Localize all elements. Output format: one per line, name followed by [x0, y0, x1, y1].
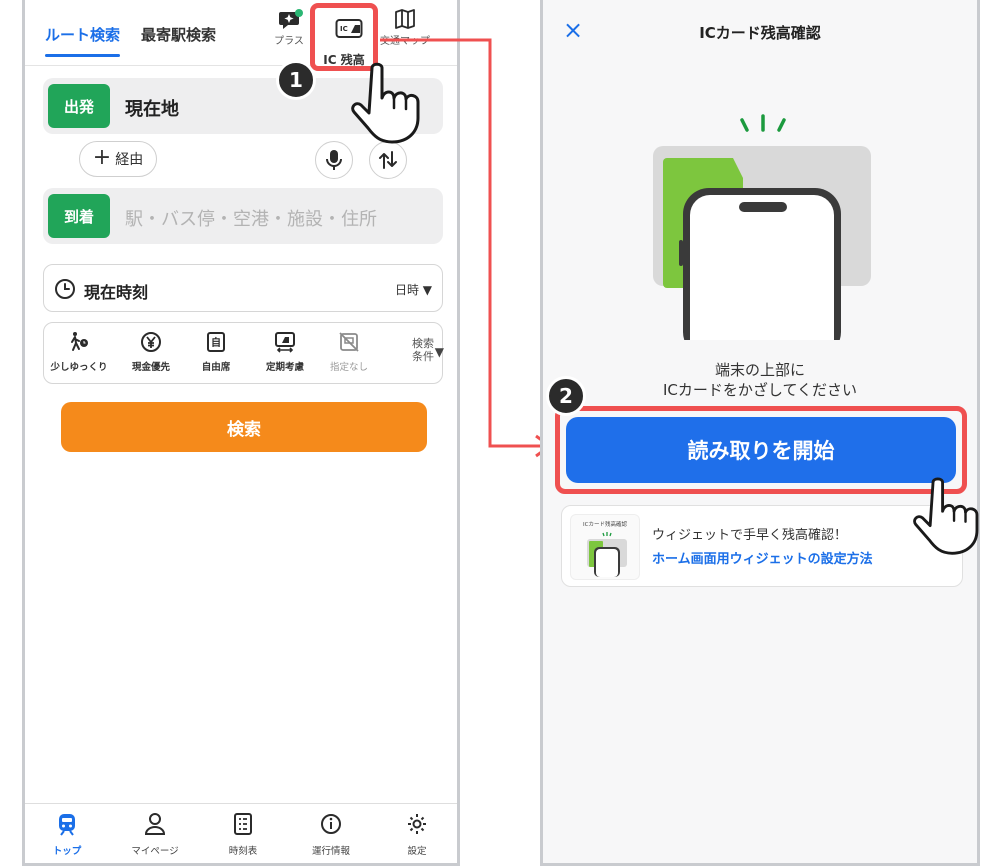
- step-1-badge: 1: [276, 60, 316, 100]
- phone-card-mini-icon: [587, 532, 627, 577]
- nav-label: マイページ: [131, 846, 179, 857]
- transit-map-button[interactable]: 交通マップ: [377, 8, 433, 47]
- option-label: 定期考慮: [265, 362, 304, 373]
- search-button[interactable]: 検索: [61, 402, 427, 452]
- widget-description: ウィジェットで手早く残高確認！: [652, 528, 848, 543]
- gear-icon: [408, 814, 426, 834]
- widget-thumbnail: ICカード残高確認: [570, 514, 640, 580]
- plus-label: プラス: [274, 36, 304, 47]
- departure-tag: 出発: [48, 84, 110, 128]
- option-label: 少しゆっくり: [50, 362, 108, 373]
- option-no-preference[interactable]: 指定なし: [314, 331, 384, 373]
- option-label: 現金優先: [131, 362, 170, 373]
- nav-my-page[interactable]: マイページ: [125, 812, 185, 857]
- search-options: 少しゆっくり 現金優先 自 自由席 定期考慮 指定なし 検索 条件 ▼: [43, 322, 444, 384]
- option-unreserved-seat[interactable]: 自 自由席: [181, 331, 251, 373]
- nav-label: 運行情報: [311, 846, 350, 857]
- pointing-hand-icon: [351, 62, 420, 144]
- train-icon: [59, 814, 75, 836]
- instruction-text: 端末の上部に ICカードをかざしてください: [543, 360, 977, 400]
- more-conditions-button[interactable]: 検索 条件: [412, 337, 434, 363]
- time-selector[interactable]: 現在時刻 日時 ▼: [43, 264, 443, 312]
- via-label: 経由: [115, 152, 144, 168]
- swap-arrows-icon: [379, 151, 397, 169]
- voice-input-button[interactable]: [315, 141, 353, 179]
- widget-thumb-title: ICカード残高確認: [583, 522, 627, 528]
- nav-label: 設定: [407, 846, 427, 857]
- tab-nearest-station[interactable]: 最寄駅検索: [141, 24, 216, 45]
- arrival-tag: 到着: [48, 194, 110, 238]
- nav-label: 時刻表: [228, 846, 258, 857]
- map-icon: [395, 9, 415, 29]
- ic-balance-header: × ICカード残高確認: [543, 0, 977, 64]
- option-cash-priority[interactable]: 現金優先: [116, 331, 186, 373]
- ic-card-icon: IC: [335, 19, 363, 38]
- time-label: 現在時刻: [84, 283, 149, 302]
- header-tabs: ルート検索 最寄駅検索 プラス 交通マップ: [25, 0, 457, 66]
- person-icon: [144, 813, 166, 835]
- microphone-icon: [326, 150, 342, 170]
- option-label: 指定なし: [329, 362, 368, 373]
- page-title: ICカード残高確認: [699, 24, 821, 42]
- nav-timetable[interactable]: 時刻表: [213, 812, 273, 857]
- start-reading-button[interactable]: 読み取りを開始: [566, 417, 956, 483]
- option-walk-slow[interactable]: 少しゆっくり: [44, 331, 114, 373]
- more-conditions-line2: 条件: [412, 350, 434, 363]
- nav-top[interactable]: トップ: [37, 812, 97, 857]
- bottom-nav: トップ マイページ 時刻表 運行情報 設定: [25, 803, 457, 863]
- widget-promo-card[interactable]: ICカード残高確認 ウィジェットで手早く残高確認！ ホーム画面用ウィジェットの設…: [561, 505, 963, 587]
- ic-balance-screen: × ICカード残高確認 端末の上部に ICカードをかざしてください 読み取りを開…: [540, 0, 980, 866]
- chevron-down-icon: ▼: [434, 345, 444, 359]
- option-commuter-pass[interactable]: 定期考慮: [250, 331, 320, 373]
- phone-card-illustration: [653, 114, 871, 340]
- ic-balance-button[interactable]: IC IC 残高: [310, 3, 378, 71]
- plus-button[interactable]: プラス: [261, 8, 317, 47]
- nav-settings[interactable]: 設定: [387, 812, 447, 857]
- step-2-badge: 2: [546, 376, 586, 416]
- nav-label: トップ: [52, 846, 82, 857]
- timetable-icon: [234, 813, 252, 835]
- yen-icon: [141, 332, 161, 352]
- option-label: 自由席: [201, 362, 231, 373]
- info-icon: [321, 814, 341, 834]
- swap-button[interactable]: [369, 141, 407, 179]
- time-mode-dropdown[interactable]: 日時 ▼: [395, 281, 432, 298]
- clock-icon: [55, 279, 75, 299]
- instruction-line-1: 端末の上部に: [714, 361, 805, 379]
- plus-icon: +: [92, 145, 112, 170]
- no-preference-icon: [339, 332, 359, 352]
- svg-text:自: 自: [211, 336, 221, 349]
- commuter-pass-icon: [275, 332, 295, 353]
- start-button-highlight: 読み取りを開始: [555, 406, 967, 494]
- svg-text:IC: IC: [340, 25, 348, 33]
- more-conditions-line1: 検索: [412, 337, 434, 350]
- map-label: 交通マップ: [380, 36, 430, 47]
- arrival-placeholder: 駅・バス停・空港・施設・住所: [125, 209, 377, 230]
- seat-icon: 自: [207, 332, 225, 352]
- instruction-line-2: ICカードをかざしてください: [663, 381, 857, 399]
- departure-value: 現在地: [125, 99, 179, 120]
- walk-slow-icon: [71, 332, 88, 351]
- add-via-button[interactable]: + 経由: [79, 141, 157, 177]
- notification-dot: [295, 9, 303, 17]
- tab-route-search[interactable]: ルート検索: [45, 24, 121, 57]
- tutorial-canvas: ルート検索 最寄駅検索 プラス 交通マップ IC IC 残高 出発 現在地 + …: [0, 0, 1000, 866]
- pointing-hand-icon: [913, 477, 979, 555]
- nav-service-info[interactable]: 運行情報: [301, 812, 361, 857]
- arrival-field[interactable]: 到着 駅・バス停・空港・施設・住所: [43, 188, 443, 244]
- widget-setup-link[interactable]: ホーム画面用ウィジェットの設定方法: [652, 548, 873, 567]
